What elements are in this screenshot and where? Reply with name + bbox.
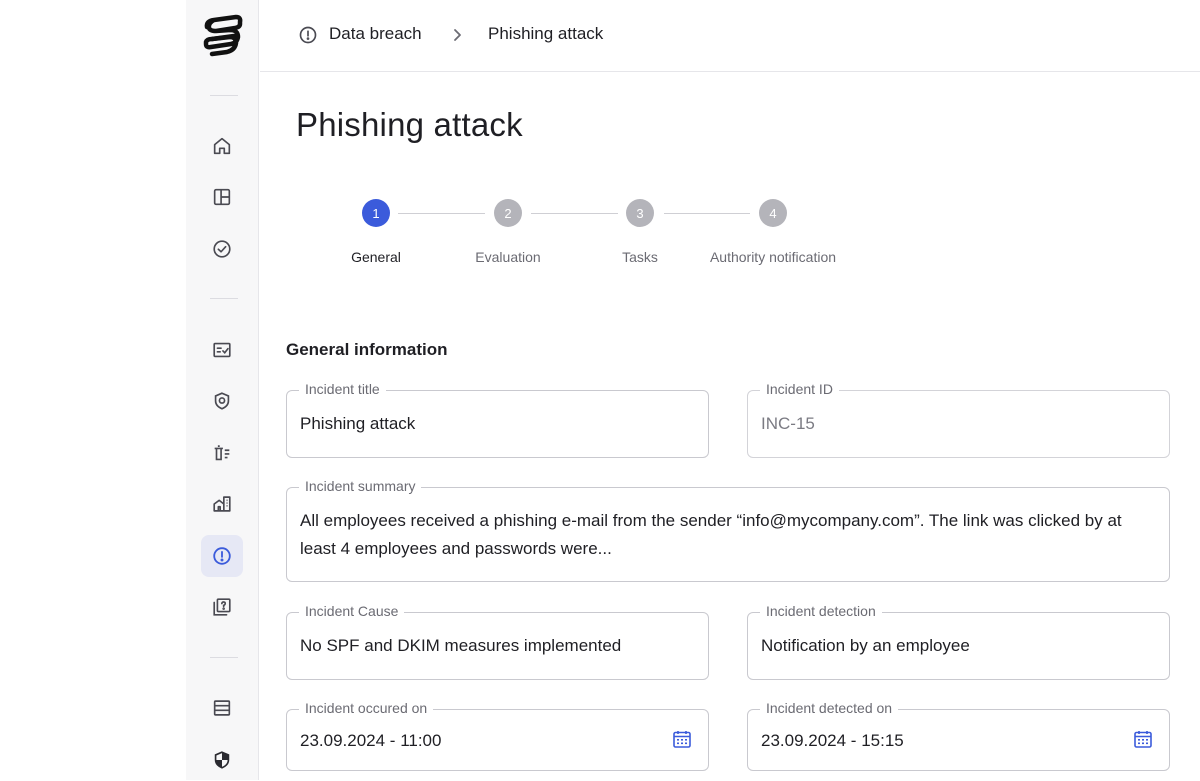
incident-summary-field[interactable]: Incident summary All employees received …: [286, 478, 1170, 582]
sidebar-divider: [210, 95, 238, 96]
field-label: Incident ID: [760, 381, 839, 397]
field-value: Phishing attack: [300, 414, 416, 433]
field-value-line-1: All employees received a phishing e-mail…: [300, 511, 1122, 530]
field-label: Incident Cause: [299, 603, 405, 619]
step-4-circle[interactable]: 4: [759, 199, 787, 227]
field-label: Incident detection: [760, 603, 882, 619]
detected-on-field[interactable]: Incident detected on 23.09.2024 - 15:15: [747, 700, 1170, 771]
step-2-circle[interactable]: 2: [494, 199, 522, 227]
alert-circle-icon: [213, 547, 231, 565]
section-title: General information: [286, 340, 448, 359]
step-connector: [664, 213, 750, 214]
sidebar-item-help[interactable]: [201, 586, 243, 628]
incident-id-field: Incident ID INC-15: [747, 381, 1170, 458]
incident-cause-field[interactable]: Incident Cause No SPF and DKIM measures …: [286, 603, 709, 680]
field-label: Incident detected on: [760, 700, 899, 716]
step-4-label[interactable]: Authority notification: [683, 249, 863, 265]
step-1-circle[interactable]: 1: [362, 199, 390, 227]
step-3-circle[interactable]: 3: [626, 199, 654, 227]
occurred-on-field[interactable]: Incident occured on 23.09.2024 - 11:00: [286, 700, 709, 771]
check-circle-icon: [213, 240, 231, 258]
storage-icon: [213, 700, 231, 716]
sidebar-item-security[interactable]: [201, 739, 243, 781]
field-value: 23.09.2024 - 11:00: [300, 731, 442, 750]
delete-list-icon: [214, 445, 230, 461]
calendar-icon[interactable]: [672, 729, 692, 749]
incident-detection-field[interactable]: Incident detection Notification by an em…: [747, 603, 1170, 680]
home-icon: [213, 137, 231, 155]
field-label: Incident occured on: [299, 700, 434, 716]
blank-area: [0, 0, 186, 780]
sidebar-item-privacy[interactable]: [201, 380, 243, 422]
field-value: No SPF and DKIM measures implemented: [300, 636, 622, 655]
alert-circle-icon: [299, 26, 317, 44]
field-label: Incident title: [299, 381, 386, 397]
field-value: INC-15: [761, 414, 815, 433]
step-connector: [398, 213, 485, 214]
step-connector: [531, 213, 618, 214]
incident-title-field[interactable]: Incident title Phishing attack: [286, 381, 709, 458]
sidebar-item-organisation[interactable]: [201, 483, 243, 525]
sidebar-item-dashboard[interactable]: [201, 176, 243, 218]
checklist-icon: [213, 342, 231, 358]
buildings-icon: [213, 496, 231, 512]
chevron-right-icon: [454, 29, 461, 41]
breadcrumb-item-current: Phishing attack: [488, 24, 604, 43]
sidebar-item-checklist[interactable]: [201, 329, 243, 371]
sidebar-divider: [210, 298, 238, 299]
field-label: Incident summary: [299, 478, 422, 494]
sidebar-item-home[interactable]: [201, 125, 243, 167]
shield-icon: [214, 751, 230, 769]
field-value: Notification by an employee: [761, 636, 970, 655]
sidebar-item-tasks[interactable]: [201, 228, 243, 270]
sidebar-divider: [210, 657, 238, 658]
calendar-icon[interactable]: [1133, 729, 1153, 749]
help-book-icon: [213, 598, 231, 616]
page-title: Phishing attack: [296, 106, 523, 143]
field-value-line-2: least 4 employees and passwords were...: [300, 539, 612, 558]
breadcrumb-item-data-breach[interactable]: Data breach: [329, 24, 422, 44]
shield-user-icon: [214, 392, 230, 410]
sidebar: [186, 0, 259, 780]
sidebar-item-incidents[interactable]: [201, 535, 243, 577]
app-logo-icon[interactable]: [200, 12, 246, 58]
layout-icon: [213, 188, 231, 206]
field-value: 23.09.2024 - 15:15: [761, 731, 904, 750]
breadcrumb: Data breach Phishing attack: [260, 0, 1200, 72]
sidebar-item-records[interactable]: [201, 687, 243, 729]
sidebar-item-deletion[interactable]: [201, 432, 243, 474]
